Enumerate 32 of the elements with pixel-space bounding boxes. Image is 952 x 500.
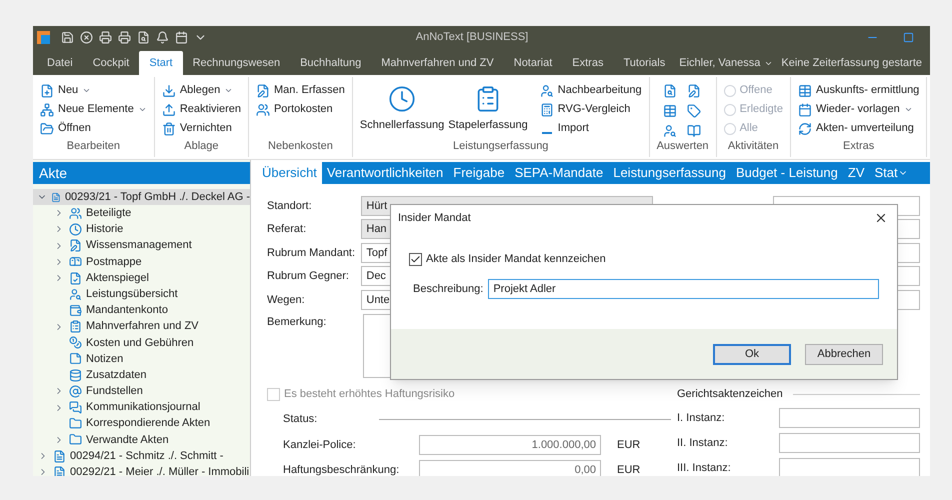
ribbon-group-label: Aktivitäten xyxy=(728,139,779,154)
radio-label: Alle xyxy=(740,121,758,136)
field-label: Rubrum Mandant: xyxy=(267,246,356,260)
panel-header: Akte xyxy=(33,162,250,184)
field-label: Beschreibung: xyxy=(412,282,484,297)
field-label: III. Instanz: xyxy=(677,460,732,476)
field-label: Referat: xyxy=(267,222,308,237)
section-label: Status: xyxy=(283,412,318,427)
currency-label: EUR xyxy=(617,462,640,476)
currency-label: EUR xyxy=(617,438,640,453)
ribbon-group-label: Extras xyxy=(843,139,874,154)
field-label: Haftungsbeschränkung: xyxy=(283,462,400,476)
radio-label: Offene xyxy=(740,83,772,98)
field-label: Rubrum Gegner: xyxy=(267,269,350,284)
field-label: II. Instanz: xyxy=(677,436,729,451)
section-title: Gerichtsaktenzeichen xyxy=(677,387,783,402)
window-title: AnNoText [BUSINESS] xyxy=(414,30,530,45)
ribbon-group-label: Auswerten xyxy=(656,139,709,154)
ribbon-group-label: Nebenkosten xyxy=(268,138,333,154)
field-label: Kanzlei-Police: xyxy=(283,438,357,453)
ribbon-group-label: Bearbeiten xyxy=(66,139,120,154)
field-label: I. Instanz: xyxy=(677,410,726,426)
dialog-title: Insider Mandat xyxy=(398,210,472,226)
radio-label: Erledigte xyxy=(740,102,783,118)
ribbon-group-label: Leistungserfassung xyxy=(453,139,548,154)
field-label: Standort: xyxy=(267,198,313,214)
field-label: Bemerkung: xyxy=(267,314,328,330)
checkbox-label: Es besteht erhöhtes Haftungsrisiko xyxy=(284,387,455,402)
time-tracking-status: Keine Zeiterfassung gestarte xyxy=(781,56,922,71)
field-label: Wegen: xyxy=(267,292,306,308)
checkbox-label: Akte als Insider Mandat kennzeichen xyxy=(426,252,606,267)
ribbon-group-label: Ablage xyxy=(184,139,219,154)
